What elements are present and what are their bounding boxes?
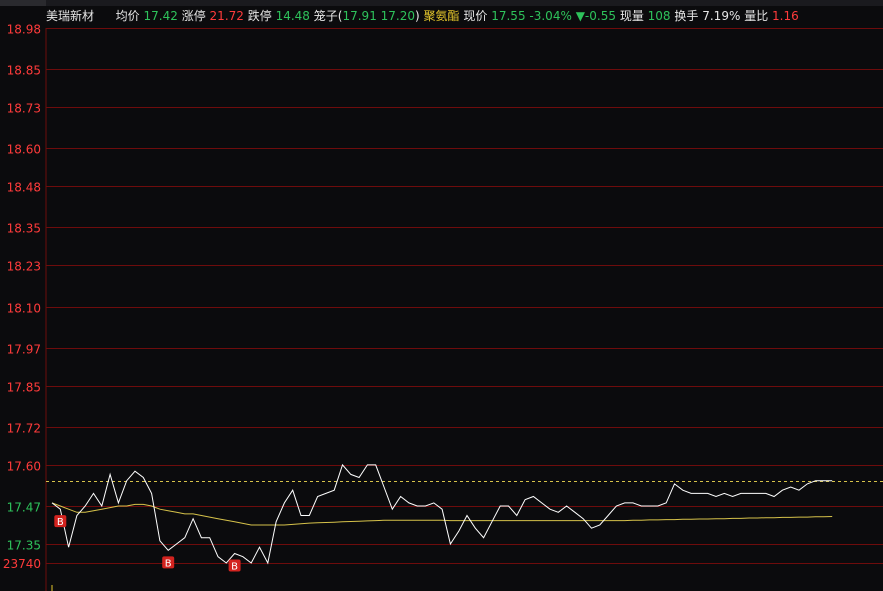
y-tick-label: 17.72 [7,422,41,436]
buy-marker-label: B [231,562,238,573]
y-tick-label: 18.48 [7,181,41,195]
price-chart[interactable]: 18.98 18.85 18.73 18.60 18.48 18.35 18.23 18.10… [0,0,883,591]
y-tick-label: 18.23 [7,260,41,274]
y-tick-label: 18.10 [7,302,41,316]
y-tick-label: 18.73 [7,102,41,116]
buy-marker-label: B [165,558,172,569]
buy-marker-label: B [57,517,64,528]
y-tick-label: 18.98 [7,23,41,37]
y-tick-label: 17.97 [7,343,41,357]
price-line [51,463,833,565]
volume-axis-label: 23740 [3,557,41,571]
intraday-chart-window: 美瑞新材 均价 17.42 涨停 21.72 跌停 14.48 笼子(17.91… [0,0,883,591]
y-tick-label: 17.35 [7,539,41,553]
y-tick-label: 17.85 [7,381,41,395]
y-tick-label: 17.60 [7,460,41,474]
y-tick-label: 18.60 [7,143,41,157]
y-tick-label: 18.35 [7,222,41,236]
y-tick-label: 17.47 [7,501,41,515]
y-tick-label: 18.85 [7,64,41,78]
